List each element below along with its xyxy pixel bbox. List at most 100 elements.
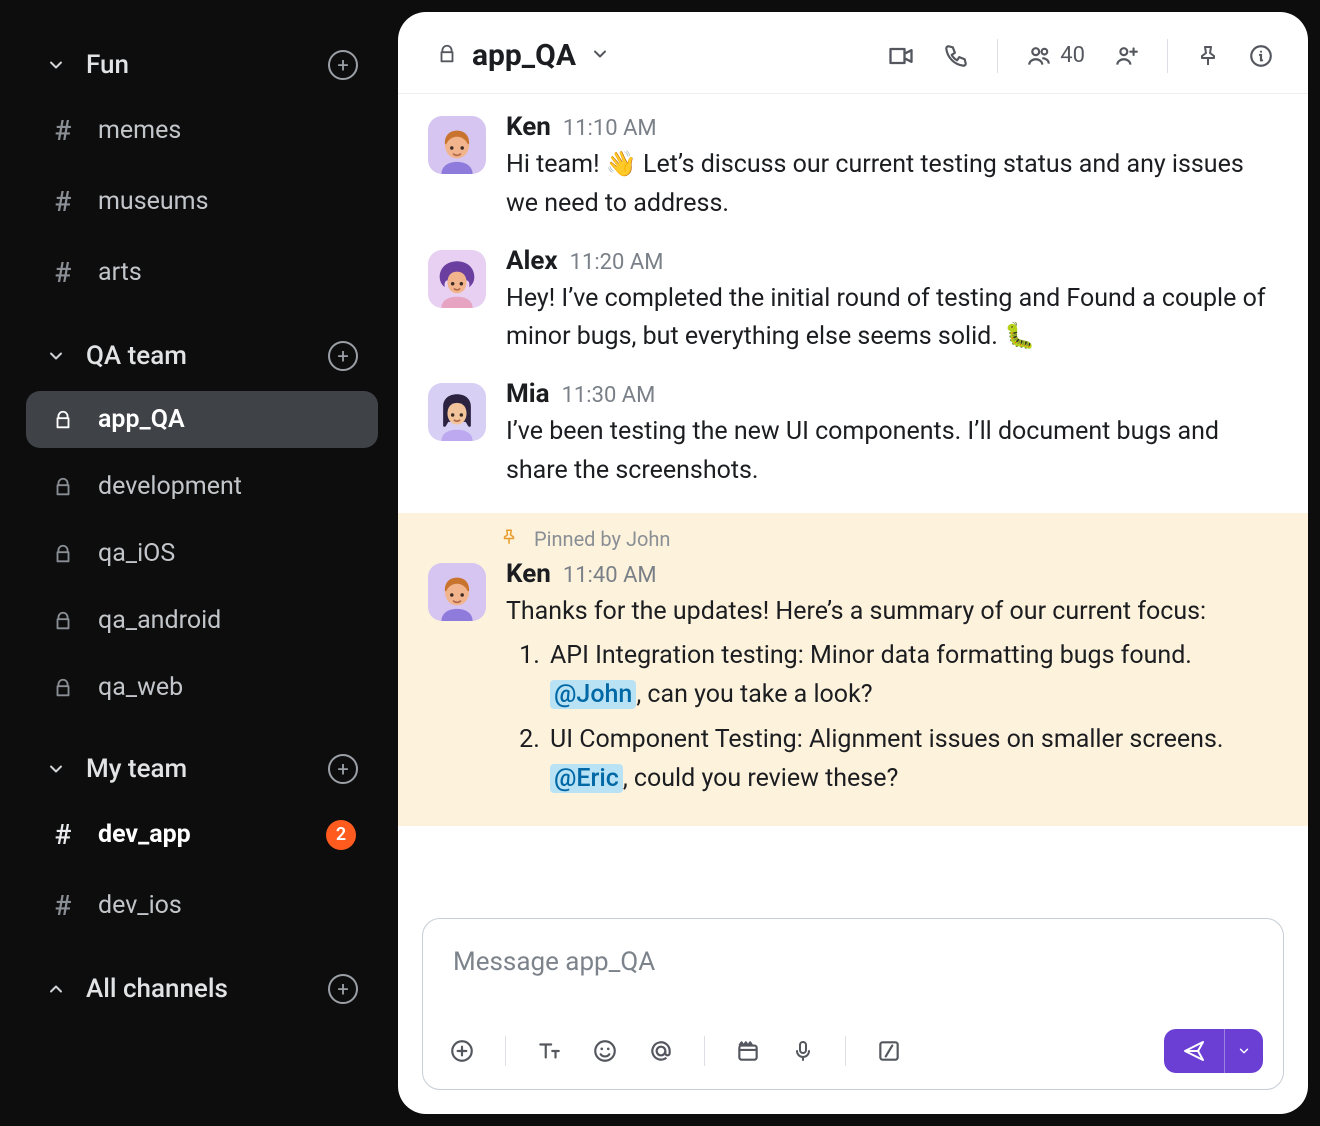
message-timestamp: 11:10 AM [563, 116, 657, 141]
unread-badge: 2 [326, 820, 356, 850]
audio-call-button[interactable] [943, 43, 969, 69]
record-audio-button[interactable] [791, 1039, 815, 1063]
message-author[interactable]: Ken [506, 112, 551, 142]
send-button[interactable] [1164, 1029, 1263, 1073]
list-item: UI Component Testing: Alignment issues o… [546, 721, 1272, 799]
mention[interactable]: @Eric [550, 764, 623, 793]
pinned-messages-button[interactable] [1196, 44, 1220, 68]
channel-info-button[interactable] [1248, 43, 1274, 69]
channel-title: app_QA [472, 38, 576, 73]
channel-label: qa_web [98, 673, 183, 702]
message-text: Thanks for the updates! Here’s a summary… [506, 593, 1272, 799]
pinned-message: Pinned by John Ken 11:40 AM Thanks for t… [398, 513, 1308, 827]
divider [845, 1036, 846, 1066]
hash-icon: # [55, 114, 72, 147]
attach-button[interactable] [449, 1038, 475, 1064]
channel-label: app_QA [98, 405, 185, 434]
channel-dev-app[interactable]: # dev_app 2 [26, 804, 378, 865]
channel-qa-ios[interactable]: qa_iOS [26, 525, 378, 582]
channel-label: museums [98, 187, 208, 216]
add-member-button[interactable] [1113, 43, 1139, 69]
text-format-button[interactable] [536, 1038, 562, 1064]
record-video-button[interactable] [735, 1038, 761, 1064]
channel-dev-ios[interactable]: # dev_ios [26, 875, 378, 936]
channel-label: memes [98, 116, 181, 145]
avatar[interactable] [428, 116, 486, 174]
channel-label: dev_ios [98, 891, 182, 920]
hash-icon: # [55, 185, 72, 218]
channel-qa-android[interactable]: qa_android [26, 592, 378, 649]
divider [704, 1036, 705, 1066]
avatar[interactable] [428, 250, 486, 308]
message-author[interactable]: Ken [506, 559, 551, 589]
emoji-button[interactable] [592, 1038, 618, 1064]
message-text: Hi team! 👋 Let’s discuss our current tes… [506, 146, 1272, 224]
add-channel-icon[interactable]: + [328, 754, 358, 784]
channel-development[interactable]: development [26, 458, 378, 515]
message-author[interactable]: Mia [506, 379, 550, 409]
sidebar: Fun + # memes # museums # arts QA team +… [12, 12, 392, 1114]
channel-memes[interactable]: # memes [26, 100, 378, 161]
avatar[interactable] [428, 383, 486, 441]
channel-label: arts [98, 258, 142, 287]
avatar[interactable] [428, 563, 486, 621]
group-header-fun[interactable]: Fun + [26, 40, 378, 90]
chevron-down-icon [46, 346, 66, 366]
group-header-my-team[interactable]: My team + [26, 744, 378, 794]
group-title: My team [86, 754, 187, 784]
channel-label: qa_iOS [98, 539, 175, 568]
chevron-down-icon [46, 759, 66, 779]
channel-label: qa_android [98, 606, 221, 635]
message-text: I’ve been testing the new UI components.… [506, 413, 1272, 491]
send-options-dropdown[interactable] [1224, 1029, 1263, 1073]
message-author[interactable]: Alex [506, 246, 558, 276]
lock-icon [50, 677, 76, 699]
mention-button[interactable] [648, 1038, 674, 1064]
divider [1167, 39, 1168, 73]
pinned-by-label: Pinned by John [534, 527, 670, 551]
group-header-qa-team[interactable]: QA team + [26, 331, 378, 381]
chevron-down-icon [590, 44, 610, 68]
message-input[interactable]: Message app_QA [423, 919, 1283, 1019]
hash-icon: # [55, 818, 72, 851]
group-header-all-channels[interactable]: All channels + [26, 964, 378, 1014]
channel-app-qa[interactable]: app_QA [26, 391, 378, 448]
member-count[interactable]: 40 [1026, 43, 1085, 69]
channel-arts[interactable]: # arts [26, 242, 378, 303]
hash-icon: # [55, 256, 72, 289]
message-text: Hey! I’ve completed the initial round of… [506, 280, 1272, 358]
message-timestamp: 11:20 AM [570, 250, 664, 275]
channel-qa-web[interactable]: qa_web [26, 659, 378, 716]
mention[interactable]: @John [550, 680, 636, 709]
member-count-value: 40 [1060, 43, 1085, 68]
group-title: Fun [86, 50, 129, 80]
divider [505, 1036, 506, 1066]
message: Mia 11:30 AM I’ve been testing the new U… [422, 379, 1278, 491]
add-channel-icon[interactable]: + [328, 974, 358, 1004]
channel-museums[interactable]: # museums [26, 171, 378, 232]
list-item: API Integration testing: Minor data form… [546, 637, 1272, 715]
lock-icon [50, 476, 76, 498]
chevron-down-icon [46, 55, 66, 75]
divider [997, 39, 998, 73]
message-composer: Message app_QA [422, 918, 1284, 1090]
slash-command-button[interactable] [876, 1038, 902, 1064]
group-title: QA team [86, 341, 187, 371]
group-title: All channels [86, 974, 228, 1004]
channel-label: development [98, 472, 242, 501]
video-call-button[interactable] [887, 42, 915, 70]
chevron-up-icon [46, 979, 66, 999]
lock-icon [436, 43, 458, 69]
channel-label: dev_app [98, 820, 191, 849]
message: Ken 11:10 AM Hi team! 👋 Let’s discuss ou… [422, 112, 1278, 224]
lock-icon [50, 543, 76, 565]
channel-name-dropdown[interactable]: app_QA [436, 38, 610, 73]
message-timestamp: 11:40 AM [563, 563, 657, 588]
message-list[interactable]: Ken 11:10 AM Hi team! 👋 Let’s discuss ou… [398, 94, 1308, 900]
channel-header: app_QA 40 [398, 12, 1308, 94]
main-panel: app_QA 40 [398, 12, 1308, 1114]
message-timestamp: 11:30 AM [562, 383, 656, 408]
add-channel-icon[interactable]: + [328, 50, 358, 80]
add-channel-icon[interactable]: + [328, 341, 358, 371]
pinned-intro: Thanks for the updates! Here’s a summary… [506, 597, 1206, 626]
